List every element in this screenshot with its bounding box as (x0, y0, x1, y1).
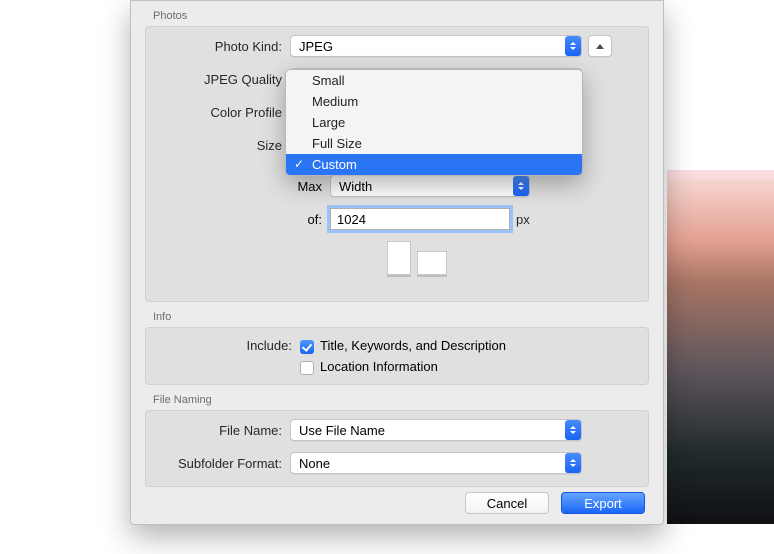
file-name-select[interactable]: Use File Name (290, 419, 582, 441)
section-filenaming-label: File Naming (131, 385, 663, 410)
location-label: Location Information (320, 359, 438, 374)
cancel-button[interactable]: Cancel (465, 492, 549, 514)
size-option-medium[interactable]: Medium (286, 91, 582, 112)
location-checkbox[interactable] (300, 361, 314, 375)
subfolder-format-value: None (299, 456, 561, 471)
photo-kind-value: JPEG (299, 39, 561, 54)
subfolder-format-select[interactable]: None (290, 452, 582, 474)
size-option-small[interactable]: Small (286, 70, 582, 91)
jpeg-quality-label: JPEG Quality (156, 72, 290, 87)
of-label: of: (290, 212, 330, 227)
updown-caret-icon (565, 36, 581, 56)
size-option-fullsize[interactable]: Full Size (286, 133, 582, 154)
size-label: Size (156, 138, 290, 153)
desktop-wallpaper (667, 179, 774, 524)
photo-kind-select[interactable]: JPEG (290, 35, 582, 57)
landscape-preview-icon (417, 251, 447, 275)
max-dimension-value: Width (339, 179, 509, 194)
export-button[interactable]: Export (561, 492, 645, 514)
size-option-custom[interactable]: Custom (286, 154, 582, 175)
updown-caret-icon (513, 176, 529, 196)
chevron-up-icon (596, 44, 604, 49)
size-value-input[interactable] (330, 208, 510, 230)
desktop-wallpaper-edge (667, 170, 774, 179)
size-option-large[interactable]: Large (286, 112, 582, 133)
filenaming-panel: File Name: Use File Name Subfolder Forma… (145, 410, 649, 487)
section-photos-label: Photos (131, 1, 663, 26)
px-unit-label: px (516, 212, 530, 227)
subfolder-format-label: Subfolder Format: (156, 456, 290, 471)
include-label: Include: (156, 338, 300, 353)
updown-caret-icon (565, 453, 581, 473)
file-name-value: Use File Name (299, 423, 561, 438)
updown-caret-icon (565, 420, 581, 440)
photo-kind-label: Photo Kind: (156, 39, 290, 54)
info-panel: Include: Title, Keywords, and Descriptio… (145, 327, 649, 385)
section-info-label: Info (131, 302, 663, 327)
title-keywords-checkbox[interactable] (300, 340, 314, 354)
title-keywords-label: Title, Keywords, and Description (320, 338, 506, 353)
max-label: Max (290, 179, 330, 194)
portrait-preview-icon (387, 241, 411, 275)
color-profile-label: Color Profile (156, 105, 290, 120)
size-dropdown-popup: Small Medium Large Full Size Custom (285, 69, 583, 176)
collapse-button[interactable] (588, 35, 612, 57)
custom-size-panel: Max Width of: px (156, 167, 638, 285)
max-dimension-select[interactable]: Width (330, 175, 530, 197)
file-name-label: File Name: (156, 423, 290, 438)
